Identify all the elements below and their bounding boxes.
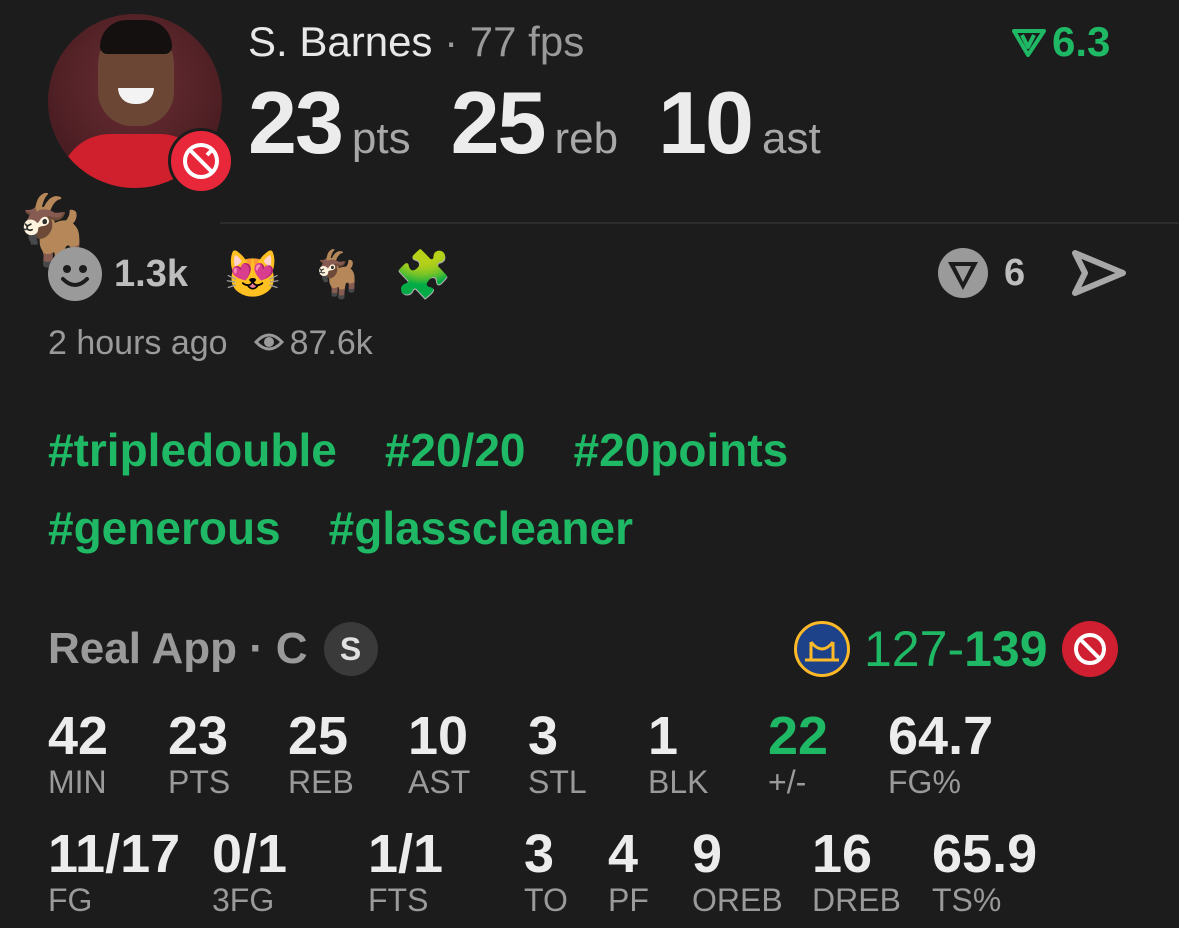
game-score[interactable]: 127-139 [794,620,1118,678]
stat-fg-pct: 64.7 FG% [888,708,993,800]
heart-eyes-cat-emoji[interactable]: 😻 [224,247,281,302]
puzzle-piece-emoji[interactable]: 🧩 [395,247,452,302]
stat-oreb: 9 OREB [692,826,783,918]
stat-label: 3FG [212,882,275,918]
stat-value: 16 [812,824,873,884]
stat-label: +/- [768,764,807,800]
player-name[interactable]: S. Barnes [248,18,432,65]
source-line: Real App · C S [48,622,378,676]
stat-value: 65.9 [932,824,1038,884]
stat-label: STL [528,764,587,800]
position-label: C [275,624,308,673]
stat-label: BLK [648,764,709,800]
headline-reb-value: 25 [450,73,547,172]
stat-value: 1 [648,706,679,766]
stat-value: 11/17 [48,824,181,884]
stat-value: 4 [608,824,639,884]
stat-label: TS% [932,882,1002,918]
rating-icon [1012,29,1046,57]
header-divider [220,222,1179,224]
comment-count[interactable]: 6 [1004,252,1025,295]
stat-value: 64.7 [888,706,994,766]
avatar-hair [100,20,172,54]
stat-value: 1/1 [368,824,444,884]
score-text: 127-139 [864,620,1048,678]
stat-label: REB [288,764,354,800]
hashtag[interactable]: #generous [48,502,281,554]
stat-value: 3 [528,706,559,766]
stat-value: 25 [288,706,349,766]
stat-label: OREB [692,882,783,918]
add-reaction-icon[interactable] [48,247,102,301]
comment-icon[interactable] [936,246,990,300]
raptors-logo-icon [1061,621,1118,677]
stat-fts: 1/1 FTS [368,826,443,918]
score-dash: - [947,621,965,677]
stat-pts: 23 PTS [168,708,230,800]
stat-value: 22 [768,706,829,766]
view-count-value: 87.6k [289,324,373,362]
post-actions: 6 [936,246,1127,300]
stat-plus-minus: 22 +/- [768,708,828,800]
reaction-bar: 1.3k 😻 🐐 🧩 [48,244,480,304]
stat-label: TO [524,882,568,918]
starter-badge: S [323,622,378,676]
stat-value: 42 [48,706,109,766]
stat-stl: 3 STL [528,708,587,800]
headline-pts-unit: pts [351,114,411,163]
hashtag[interactable]: #glasscleaner [329,502,633,554]
stat-fg: 11/17 FG [48,826,180,918]
rating-value: 6.3 [1052,18,1111,65]
post-time: 2 hours ago [48,324,228,362]
stat-pf: 4 PF [608,826,649,918]
stat-ast: 10 AST [408,708,470,800]
stat-label: AST [408,764,471,800]
warriors-logo-icon [794,621,850,677]
stat-min: 42 MIN [48,708,108,800]
away-score: 127 [864,621,948,677]
raptors-logo-icon [168,128,234,194]
stat-label: PF [608,882,649,918]
stat-label: DREB [812,882,901,918]
stat-value: 0/1 [212,824,288,884]
stat-3fg: 0/1 3FG [212,826,287,918]
home-score: 139 [964,621,1048,677]
stat-label: FG [48,882,93,918]
stat-value: 3 [524,824,555,884]
stat-label: MIN [48,764,107,800]
stat-reb: 25 REB [288,708,354,800]
eye-icon [253,324,284,363]
stat-label: PTS [168,764,231,800]
stat-blk: 1 BLK [648,708,708,800]
stat-ts-pct: 65.9 TS% [932,826,1037,918]
hashtag[interactable]: #20points [574,424,789,476]
goat-emoji[interactable]: 🐐 [309,247,366,302]
rating-badge[interactable]: 6.3 [1012,18,1110,66]
stat-to: 3 TO [524,826,568,918]
hashtag[interactable]: #20/20 [385,424,526,476]
headline-ast-unit: ast [761,114,821,163]
share-icon[interactable] [1071,249,1127,297]
player-title[interactable]: S. Barnes · 77 fps [248,18,584,66]
stat-value: 10 [408,706,469,766]
stat-value: 9 [692,824,723,884]
source-label: Real App [48,624,238,673]
post-meta: 2 hours ago 87.6k [48,324,373,363]
source-separator: · [249,624,264,673]
title-separator: · [444,18,459,65]
hashtag[interactable]: #tripledouble [48,424,337,476]
hashtag-list: #tripledouble #20/20 #20points #generous… [48,424,1048,554]
stat-label: FG% [888,764,961,800]
view-count: 87.6k [253,324,373,363]
headline-statline: 23 pts 25 reb 10 ast [248,72,861,174]
stat-value: 23 [168,706,229,766]
fps-value: 77 fps [469,18,585,65]
reaction-count[interactable]: 1.3k [114,253,188,296]
headline-reb-unit: reb [554,114,619,163]
headline-pts-value: 23 [248,73,344,172]
stat-dreb: 16 DREB [812,826,901,918]
stat-label: FTS [368,882,429,918]
headline-ast-value: 10 [658,73,754,172]
